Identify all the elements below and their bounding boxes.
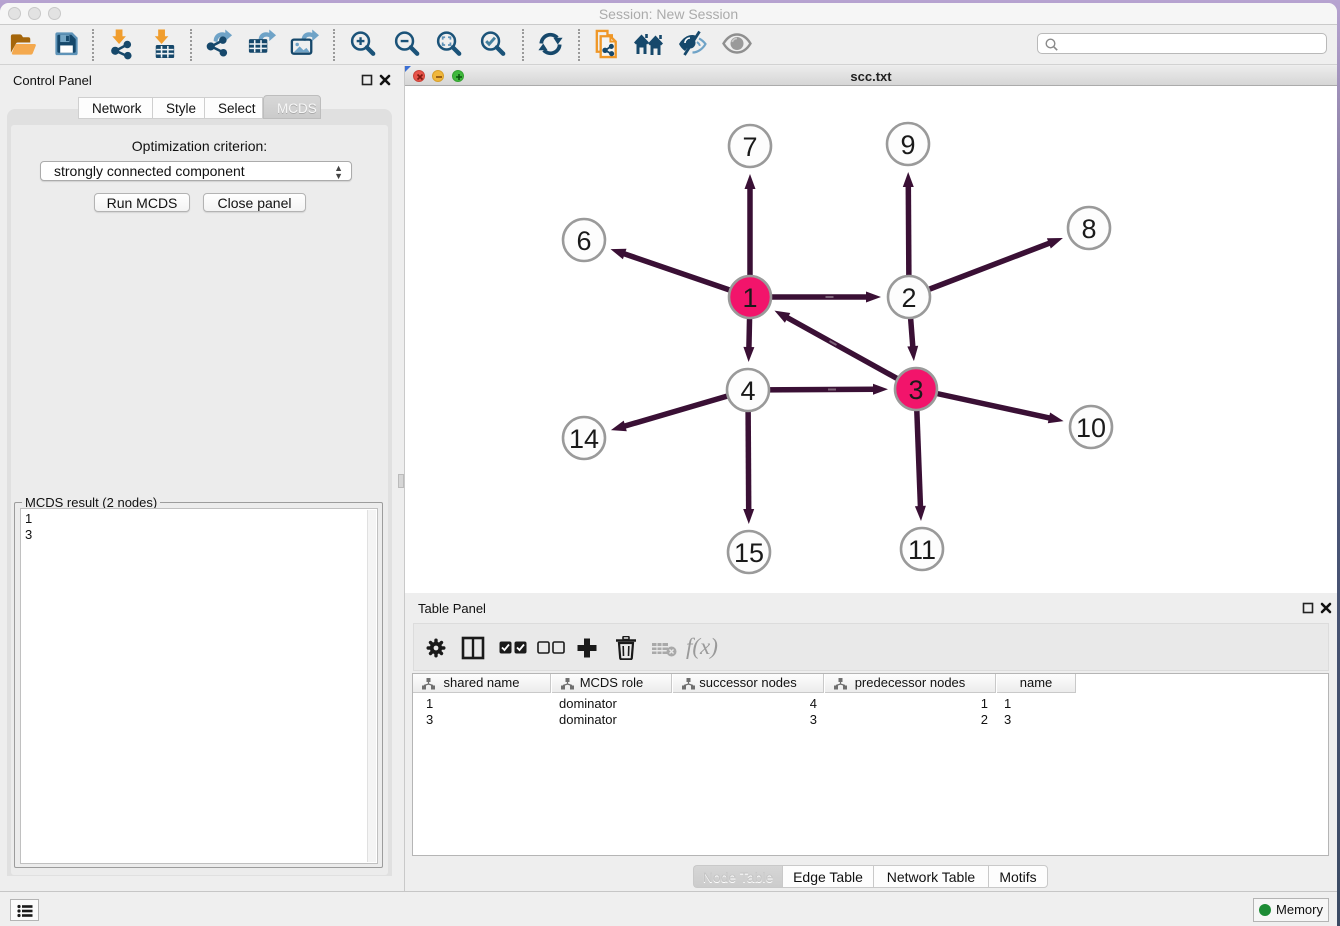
svg-text:11: 11: [908, 535, 936, 565]
svg-text:4: 4: [740, 376, 755, 406]
svg-text:7: 7: [742, 132, 757, 162]
svg-text:6: 6: [576, 226, 591, 256]
svg-text:15: 15: [734, 538, 764, 568]
svg-text:3: 3: [908, 375, 923, 405]
svg-text:8: 8: [1081, 214, 1096, 244]
svg-text:10: 10: [1076, 413, 1106, 443]
svg-text:2: 2: [901, 283, 916, 313]
svg-text:1: 1: [742, 283, 757, 313]
svg-text:14: 14: [569, 424, 599, 454]
svg-text:9: 9: [900, 130, 915, 160]
